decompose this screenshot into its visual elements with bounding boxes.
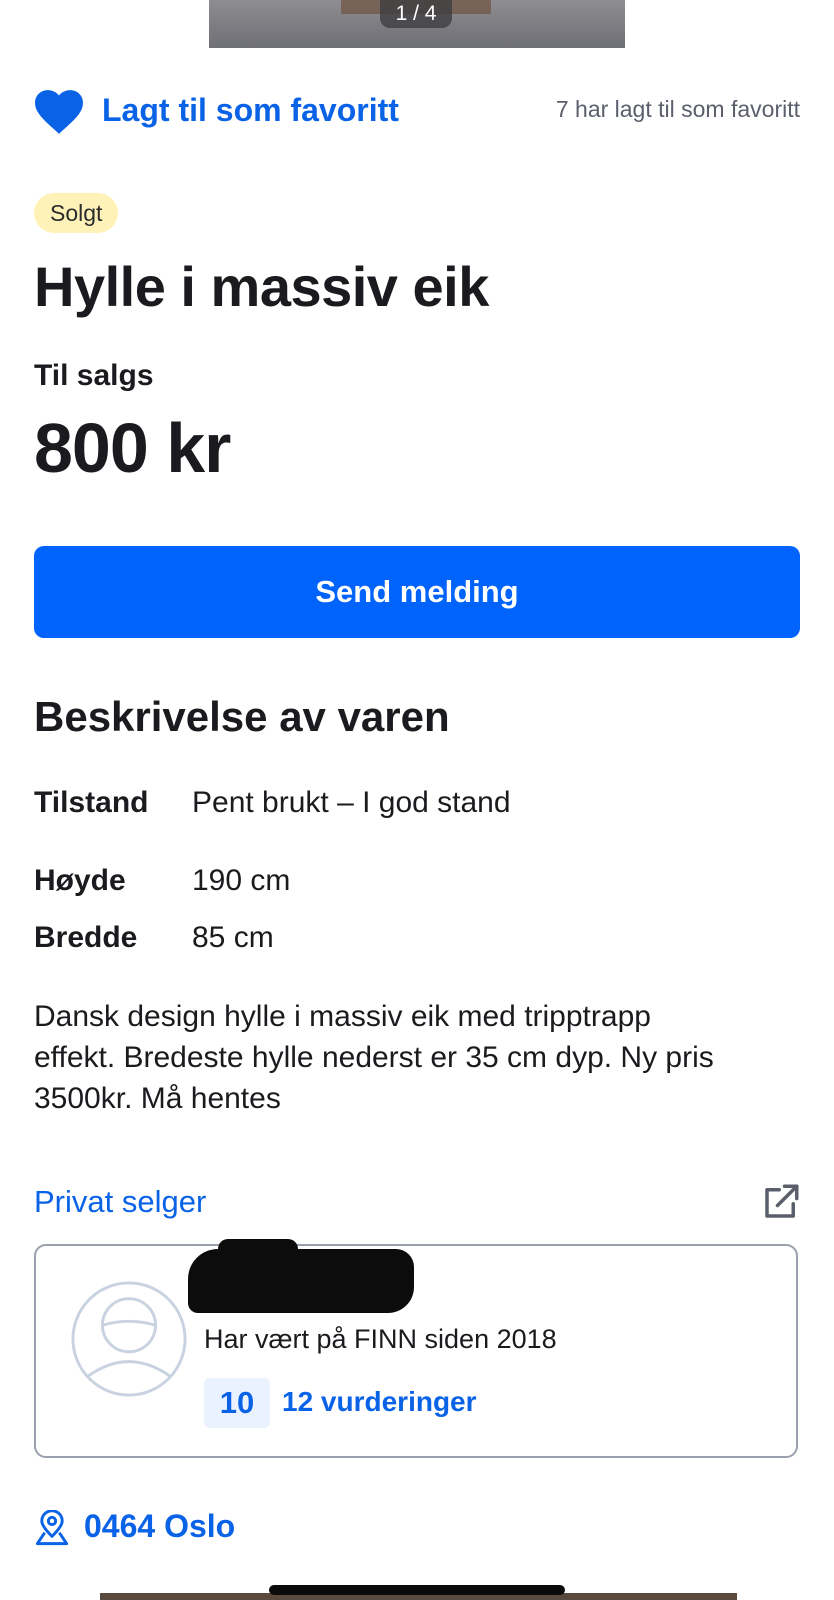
attribute-value-height: 190 cm <box>192 864 291 897</box>
send-message-button[interactable]: Send melding <box>34 546 800 638</box>
description-line: effekt. Bredeste hylle nederst er 35 cm … <box>34 1041 714 1074</box>
description-text: Dansk design hylle i massiv eik med trip… <box>34 996 804 1119</box>
favorite-label[interactable]: Lagt til som favoritt <box>102 92 399 129</box>
listing-type: Til salgs <box>34 359 154 392</box>
location-pin-icon <box>35 1510 69 1546</box>
heart-icon[interactable] <box>34 89 84 135</box>
status-badge: Solgt <box>34 193 119 233</box>
home-indicator[interactable] <box>269 1585 565 1595</box>
seller-card[interactable]: Har vært på FINN siden 2018 10 12 vurder… <box>34 1239 798 1458</box>
attribute-key-height: Høyde <box>34 864 126 897</box>
seller-name-redacted <box>188 1239 414 1313</box>
description-line: 3500kr. Må hentes <box>34 1082 281 1115</box>
reviews-link[interactable]: 12 vurderinger <box>282 1386 477 1418</box>
rating-score: 10 <box>204 1378 270 1428</box>
listing-price: 800 kr <box>34 409 231 487</box>
attribute-value-width: 85 cm <box>192 921 274 954</box>
description-heading: Beskrivelse av varen <box>34 693 450 740</box>
attribute-value-condition: Pent brukt – I god stand <box>192 786 511 819</box>
seller-since: Har vært på FINN siden 2018 <box>204 1324 557 1354</box>
attribute-key-condition: Tilstand <box>34 786 149 819</box>
attribute-key-width: Bredde <box>34 921 138 954</box>
location-text[interactable]: 0464 Oslo <box>84 1508 235 1545</box>
seller-type-link[interactable]: Privat selger <box>34 1184 206 1220</box>
description-line: Dansk design hylle i massiv eik med trip… <box>34 1000 651 1033</box>
avatar-placeholder-icon <box>71 1281 187 1397</box>
favorite-row: Lagt til som favoritt 7 har lagt til som… <box>34 86 800 136</box>
listing-title: Hylle i massiv eik <box>34 255 489 318</box>
favorite-count: 7 har lagt til som favoritt <box>555 96 800 122</box>
image-counter: 1 / 4 <box>380 0 452 28</box>
external-link-icon[interactable] <box>760 1181 802 1223</box>
